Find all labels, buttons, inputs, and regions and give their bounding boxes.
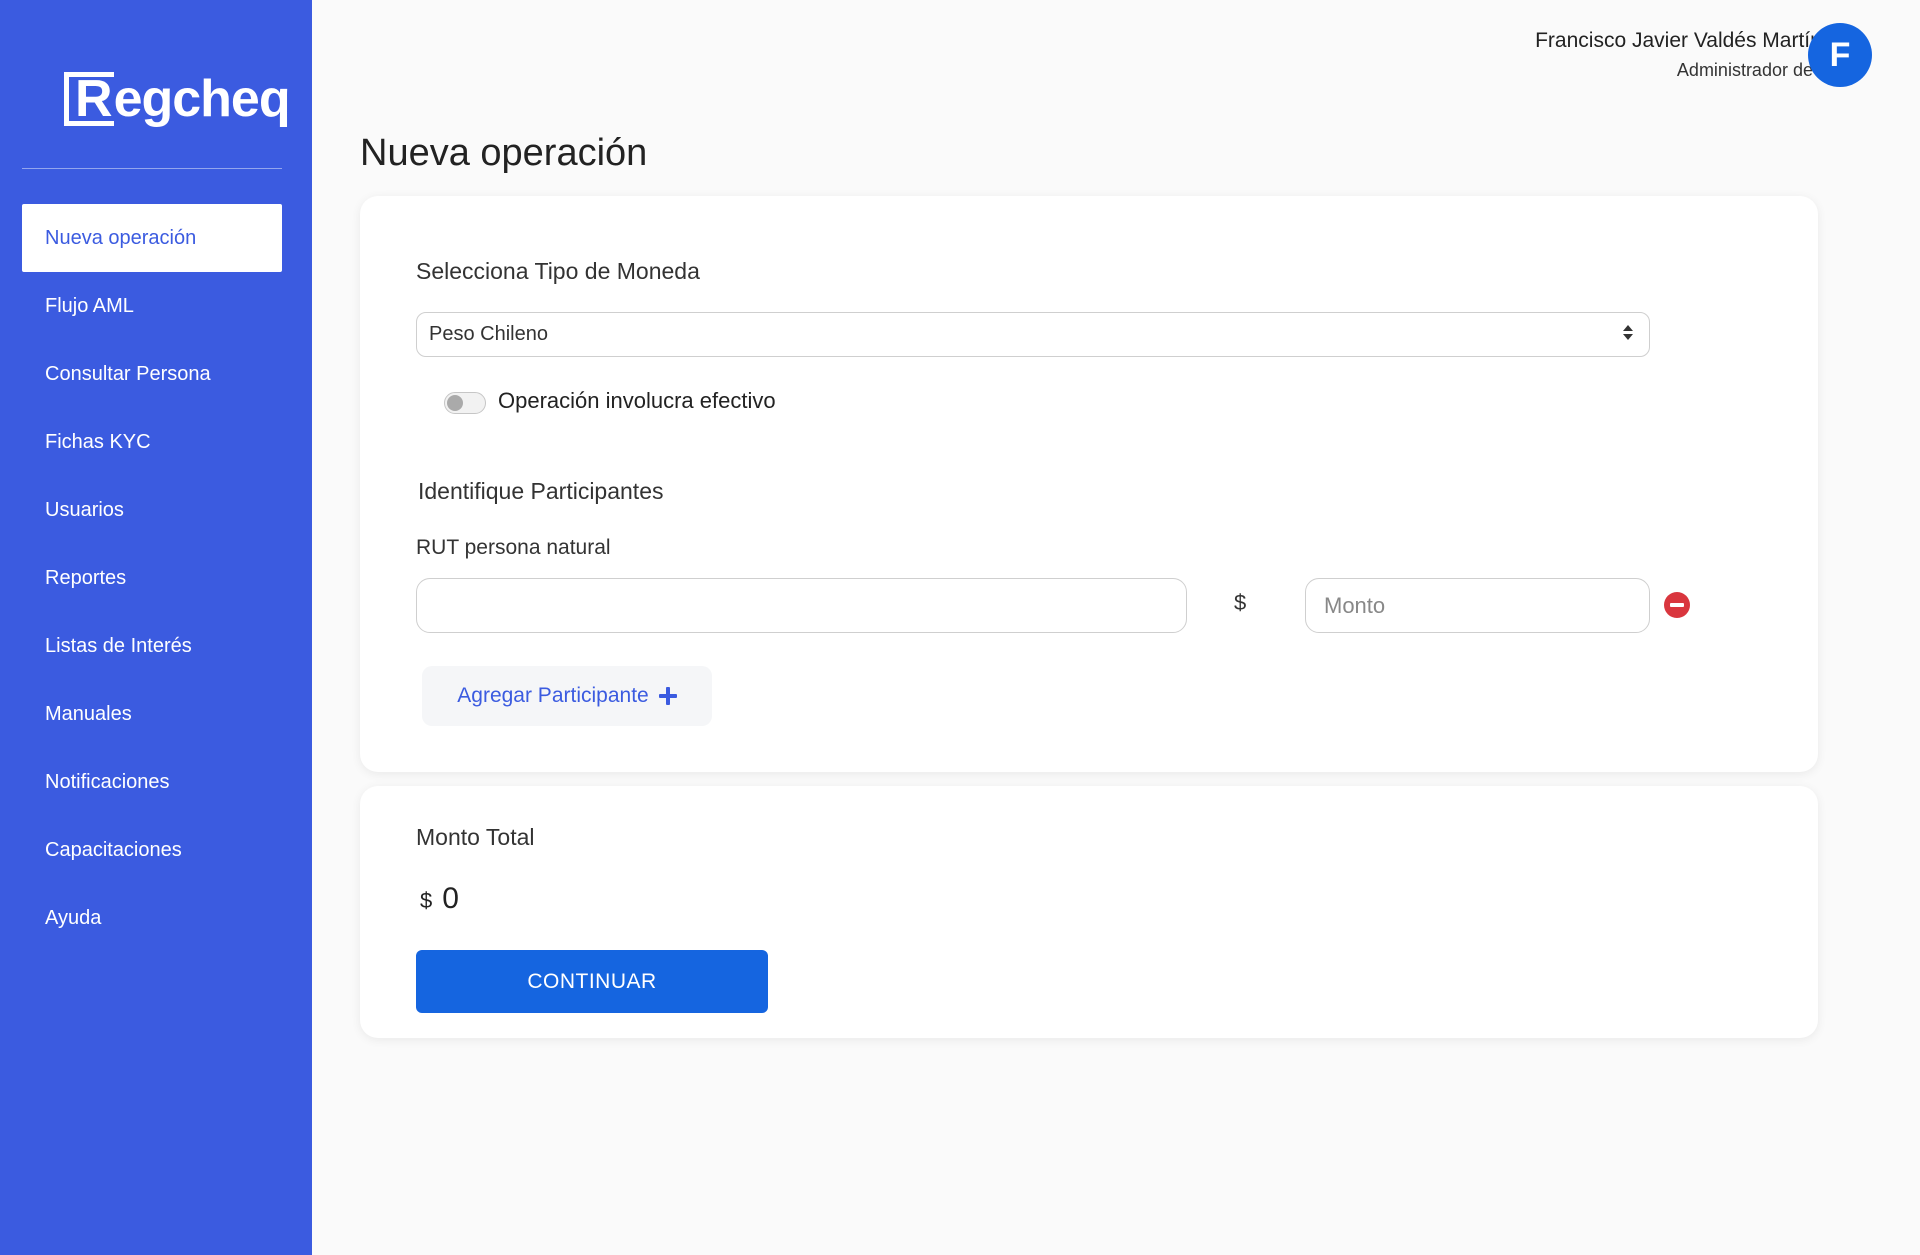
remove-participant-icon[interactable]: [1664, 592, 1690, 618]
currency-select-value: Peso Chileno: [429, 323, 548, 345]
logo-box-letter: R: [64, 72, 114, 126]
total-currency-symbol: $: [420, 888, 433, 913]
sidebar-item-manuales[interactable]: Manuales: [22, 680, 282, 748]
add-participant-button[interactable]: Agregar Participante: [422, 666, 712, 726]
amount-input[interactable]: [1305, 578, 1650, 633]
logo-text: egcheq: [113, 70, 291, 128]
sidebar-item-reportes[interactable]: Reportes: [22, 544, 282, 612]
sidebar-item-capacitaciones[interactable]: Capacitaciones: [22, 816, 282, 884]
total-amount: 0: [442, 882, 459, 915]
total-value: $ 0: [420, 882, 459, 916]
participants-heading: Identifique Participantes: [418, 478, 664, 504]
sidebar-item-flujo-aml[interactable]: Flujo AML: [22, 272, 282, 340]
rut-input[interactable]: [416, 578, 1187, 633]
sidebar-nav: Nueva operación Flujo AML Consultar Pers…: [22, 204, 282, 952]
operation-form-card: Selecciona Tipo de Moneda Peso Chileno O…: [360, 196, 1818, 772]
participant-currency-symbol: $: [1234, 590, 1247, 615]
user-info: Francisco Javier Valdés Martínez Adminis…: [1535, 26, 1844, 84]
add-participant-label: Agregar Participante: [457, 684, 649, 707]
plus-icon: [658, 687, 677, 705]
toggle-knob: [447, 395, 463, 411]
currency-label: Selecciona Tipo de Moneda: [416, 258, 700, 284]
continue-button[interactable]: CONTINUAR: [416, 950, 768, 1013]
select-arrows-icon: [1623, 325, 1633, 340]
regcheq-logo[interactable]: Regcheq: [64, 70, 291, 128]
total-label: Monto Total: [416, 824, 535, 850]
user-role: Administrador de SO: [1676, 60, 1844, 80]
sidebar-item-usuarios[interactable]: Usuarios: [22, 476, 282, 544]
sidebar-divider: [22, 168, 282, 169]
avatar[interactable]: F: [1808, 23, 1872, 87]
sidebar: Regcheq Nueva operación Flujo AML Consul…: [0, 0, 312, 1255]
cash-toggle-label: Operación involucra efectivo: [498, 388, 776, 413]
sidebar-item-ayuda[interactable]: Ayuda: [22, 884, 282, 952]
sidebar-item-fichas-kyc[interactable]: Fichas KYC: [22, 408, 282, 476]
total-card: Monto Total $ 0 CONTINUAR: [360, 786, 1818, 1038]
sidebar-item-consultar-persona[interactable]: Consultar Persona: [22, 340, 282, 408]
currency-select[interactable]: Peso Chileno: [416, 312, 1650, 357]
rut-label: RUT persona natural: [416, 536, 611, 559]
sidebar-item-nueva-operacion[interactable]: Nueva operación: [22, 204, 282, 272]
sidebar-item-notificaciones[interactable]: Notificaciones: [22, 748, 282, 816]
sidebar-item-listas-de-interes[interactable]: Listas de Interés: [22, 612, 282, 680]
user-name: Francisco Javier Valdés Martínez: [1535, 29, 1844, 52]
page-title: Nueva operación: [360, 132, 648, 174]
cash-toggle[interactable]: [444, 392, 486, 414]
